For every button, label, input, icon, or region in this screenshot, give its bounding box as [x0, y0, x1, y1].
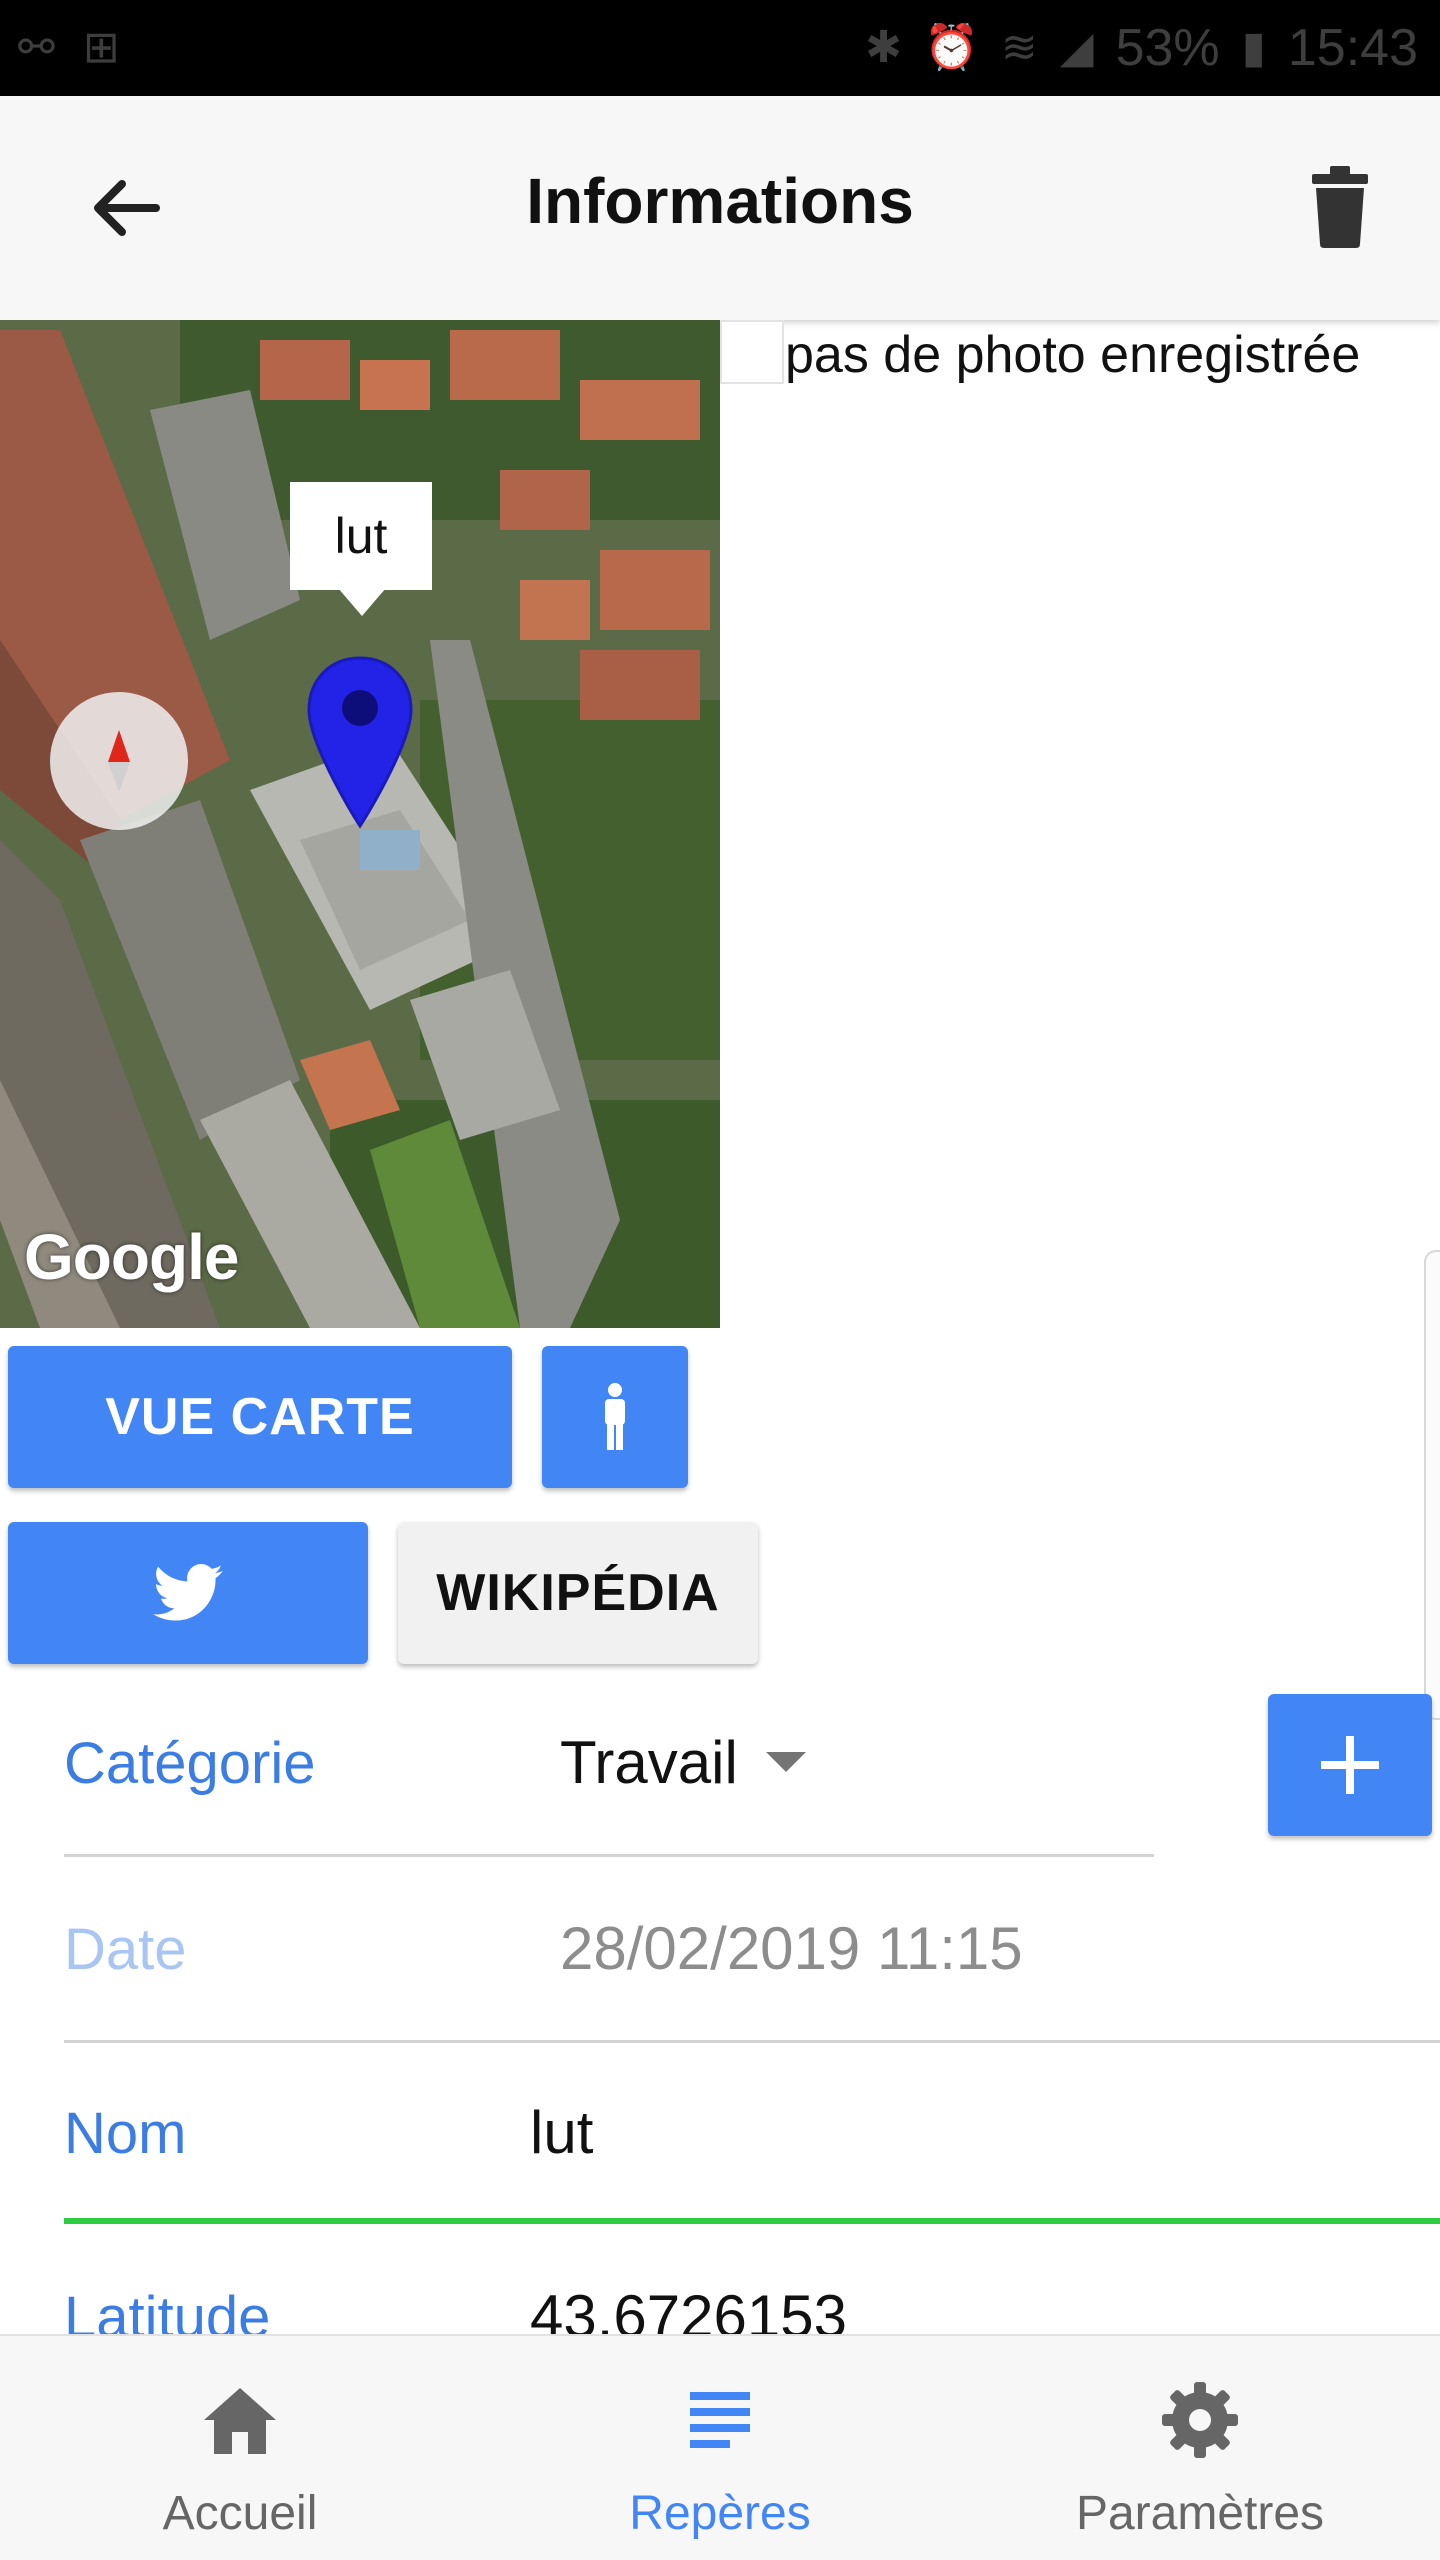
nom-label: Nom: [64, 2101, 187, 2166]
status-bar: ⚯ ⊞ ✱ ⏰ ≋ ◢ 53% ▮ 15:43: [0, 0, 1440, 96]
gear-icon: [1162, 2382, 1238, 2458]
delete-button[interactable]: [1290, 156, 1390, 256]
photo-placeholder: [720, 320, 784, 384]
nav-item-reperes[interactable]: Repères: [480, 2336, 960, 2560]
list-icon: [690, 2392, 750, 2448]
alarm-icon: ⏰: [924, 23, 979, 72]
map-marker[interactable]: [305, 654, 415, 830]
wifi-icon: ≋: [1000, 23, 1038, 72]
wikipedia-button[interactable]: WIKIPÉDIA: [398, 1522, 758, 1664]
bottom-navigation: Accueil Repères Paramètres: [0, 2334, 1440, 2560]
no-photo-text: pas de photo enregistrée: [785, 326, 1361, 384]
page-title: Informations: [526, 165, 914, 237]
home-icon: [204, 2388, 276, 2454]
battery-charging-icon: ▮: [1241, 23, 1266, 72]
edge-panel-handle[interactable]: [1424, 1250, 1440, 1720]
trash-icon: [1312, 166, 1368, 248]
location-pin-icon: [307, 656, 413, 829]
vue-carte-label: VUE CARTE: [105, 1388, 415, 1446]
date-label: Date: [64, 1917, 187, 1982]
bluetooth-icon: ✱: [865, 23, 903, 72]
twitter-button[interactable]: [8, 1522, 368, 1664]
categorie-select[interactable]: Travail: [560, 1728, 738, 1797]
gamepad-icon: ⊞: [82, 23, 120, 72]
vue-carte-button[interactable]: VUE CARTE: [8, 1346, 512, 1488]
nom-input[interactable]: lut: [530, 2098, 593, 2167]
wikipedia-label: WIKIPÉDIA: [436, 1564, 720, 1622]
signal-icon: ◢: [1059, 23, 1094, 72]
battery-percent: 53%: [1115, 19, 1220, 77]
marker-info-window: lut: [290, 482, 432, 590]
street-view-button[interactable]: [542, 1346, 688, 1488]
nav-item-accueil[interactable]: Accueil: [0, 2336, 480, 2560]
compass-button[interactable]: [50, 692, 188, 830]
usb-icon: ⚯: [18, 23, 55, 72]
nav-label-reperes: Repères: [629, 2487, 811, 2540]
compass-icon: [108, 730, 130, 792]
date-divider: [64, 2040, 1440, 2043]
app-bar: Informations: [0, 96, 1440, 320]
plus-icon: [1321, 1736, 1379, 1794]
nav-item-parametres[interactable]: Paramètres: [960, 2336, 1440, 2560]
clock: 15:43: [1287, 19, 1418, 77]
chevron-down-icon[interactable]: [766, 1752, 806, 1772]
nom-focus-underline: [64, 2218, 1440, 2224]
add-category-button[interactable]: [1268, 1694, 1432, 1836]
twitter-icon: [153, 1564, 223, 1621]
google-logo: Google: [24, 1221, 239, 1293]
person-icon: [605, 1383, 625, 1450]
map-view[interactable]: lut Google: [0, 320, 720, 1328]
categorie-divider: [64, 1854, 1154, 1857]
date-field: 28/02/2019 11:15: [560, 1915, 1023, 1982]
nav-label-accueil: Accueil: [162, 2487, 318, 2540]
categorie-label: Catégorie: [64, 1731, 316, 1796]
nav-label-parametres: Paramètres: [1075, 2487, 1325, 2540]
marker-info-tail: [338, 588, 386, 616]
